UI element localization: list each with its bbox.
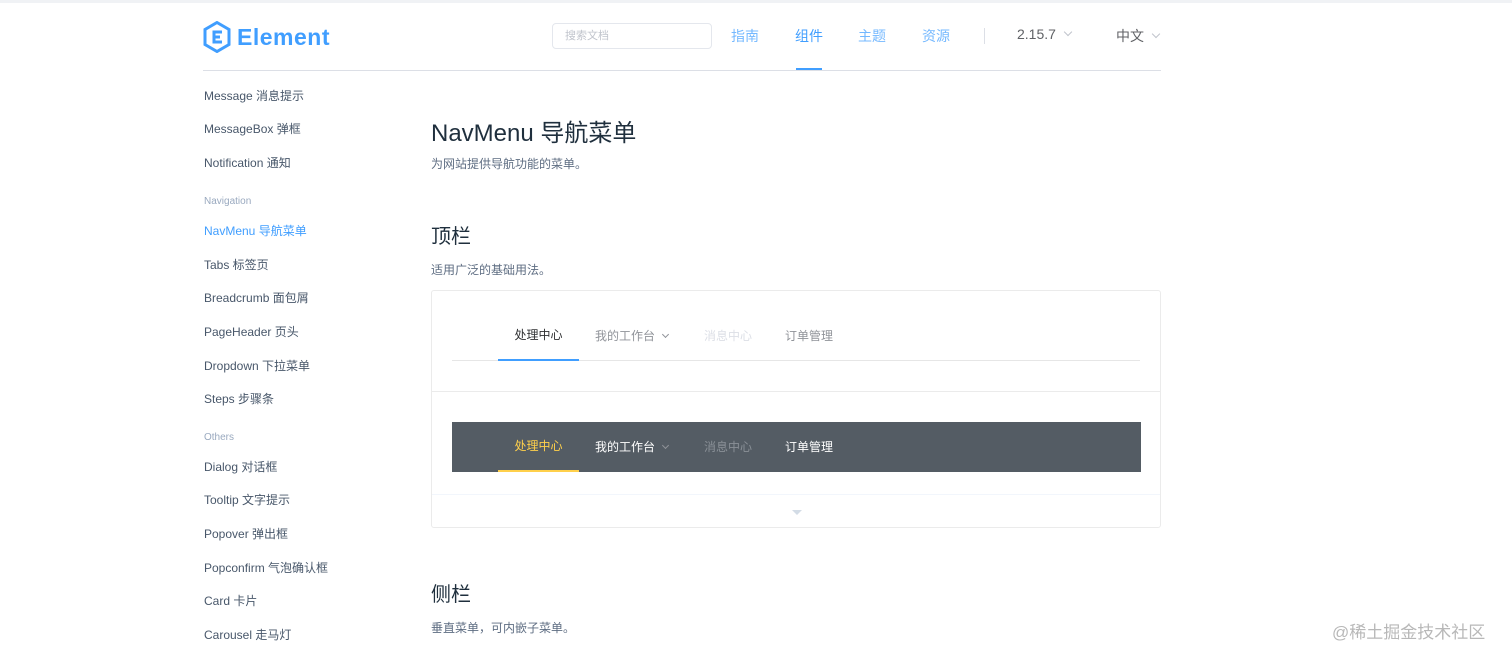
nav-component[interactable]: 组件 (795, 26, 823, 46)
section-desc-sidebar: 垂直菜单，可内嵌子菜单。 (431, 621, 576, 635)
sidebar-item-messagebox[interactable]: MessageBox 弹框 (204, 120, 301, 137)
top-border (0, 0, 1512, 3)
page-title: NavMenu 导航菜单 (431, 120, 637, 147)
section-title-sidebar: 侧栏 (431, 584, 471, 606)
menu-item-processing-center[interactable]: 处理中心 (498, 422, 579, 472)
submenu-my-workbench[interactable]: 我的工作台 (595, 422, 670, 472)
menu-item-message-center-disabled: 消息中心 (704, 422, 752, 472)
menu-item-order-management[interactable]: 订单管理 (785, 422, 833, 472)
logo-text: Element (237, 23, 330, 50)
menu-item-order-management[interactable]: 订单管理 (785, 311, 833, 361)
nav-guide[interactable]: 指南 (731, 26, 759, 46)
demo-divider (432, 391, 1160, 392)
nav-theme[interactable]: 主题 (858, 26, 886, 46)
active-nav-indicator (796, 68, 822, 70)
sidebar-item-breadcrumb[interactable]: Breadcrumb 面包屑 (204, 289, 309, 306)
demo-control-divider (432, 494, 1160, 495)
sidebar-item-carousel[interactable]: Carousel 走马灯 (204, 626, 291, 643)
version-dropdown[interactable]: 2.15.7 (1017, 26, 1073, 42)
logo[interactable]: Element (203, 21, 330, 53)
section-desc-top-bar: 适用广泛的基础用法。 (431, 263, 552, 277)
sidebar-item-popover[interactable]: Popover 弹出框 (204, 525, 288, 542)
demo-block: 处理中心 我的工作台 消息中心 订单管理 处理中心 我的工作台 消息中心 订单管… (431, 290, 1161, 528)
menu-item-label: 订单管理 (785, 440, 834, 454)
sidebar-item-card[interactable]: Card 卡片 (204, 592, 257, 609)
sidebar-group-navigation: Navigation (204, 196, 252, 207)
chevron-down-icon (661, 441, 670, 450)
language-label: 中文 (1116, 28, 1144, 44)
sidebar-item-dropdown[interactable]: Dropdown 下拉菜单 (204, 357, 310, 374)
menu-item-label: 消息中心 (704, 329, 753, 343)
menu-item-message-center-disabled: 消息中心 (704, 311, 752, 361)
sidebar-item-tabs[interactable]: Tabs 标签页 (204, 256, 269, 273)
menu-item-processing-center[interactable]: 处理中心 (498, 311, 579, 361)
menu-item-label: 我的工作台 (595, 440, 656, 454)
sidebar-group-others: Others (204, 432, 235, 443)
nav-resource[interactable]: 资源 (922, 26, 950, 46)
sidebar-item-navmenu[interactable]: NavMenu 导航菜单 (204, 222, 307, 239)
watermark: @稀土掘金技术社区 (1332, 623, 1486, 642)
horizontal-menu-light: 处理中心 我的工作台 消息中心 订单管理 (452, 311, 1140, 361)
expand-code-caret-icon[interactable] (792, 510, 802, 515)
language-dropdown[interactable]: 中文 (1116, 26, 1161, 46)
sidebar-item-tooltip[interactable]: Tooltip 文字提示 (204, 491, 290, 508)
chevron-down-icon (661, 330, 670, 339)
sidebar-item-message[interactable]: Message 消息提示 (204, 87, 304, 104)
horizontal-menu-dark: 处理中心 我的工作台 消息中心 订单管理 (452, 422, 1141, 472)
search-input[interactable] (552, 23, 712, 49)
menu-item-label: 订单管理 (785, 329, 834, 343)
chevron-down-icon (1151, 29, 1161, 39)
sidebar-item-popconfirm[interactable]: Popconfirm 气泡确认框 (204, 559, 328, 576)
sidebar-item-steps[interactable]: Steps 步骤条 (204, 390, 274, 407)
element-logo-icon (203, 21, 231, 53)
menu-item-label: 处理中心 (514, 439, 563, 453)
submenu-my-workbench[interactable]: 我的工作台 (595, 311, 670, 361)
page-description: 为网站提供导航功能的菜单。 (431, 157, 588, 171)
sidebar-item-dialog[interactable]: Dialog 对话框 (204, 458, 277, 475)
site-header: Element 指南 组件 主题 资源 2.15.7 中文 (203, 4, 1161, 71)
sidebar-item-pageheader[interactable]: PageHeader 页头 (204, 323, 299, 340)
sidebar-item-notification[interactable]: Notification 通知 (204, 154, 291, 171)
chevron-down-icon (1063, 27, 1073, 37)
nav-divider (984, 28, 985, 44)
section-title-top-bar: 顶栏 (431, 226, 471, 248)
menu-item-label: 我的工作台 (595, 329, 656, 343)
version-label: 2.15.7 (1017, 26, 1056, 42)
menu-item-label: 消息中心 (704, 440, 753, 454)
menu-item-label: 处理中心 (514, 328, 563, 342)
